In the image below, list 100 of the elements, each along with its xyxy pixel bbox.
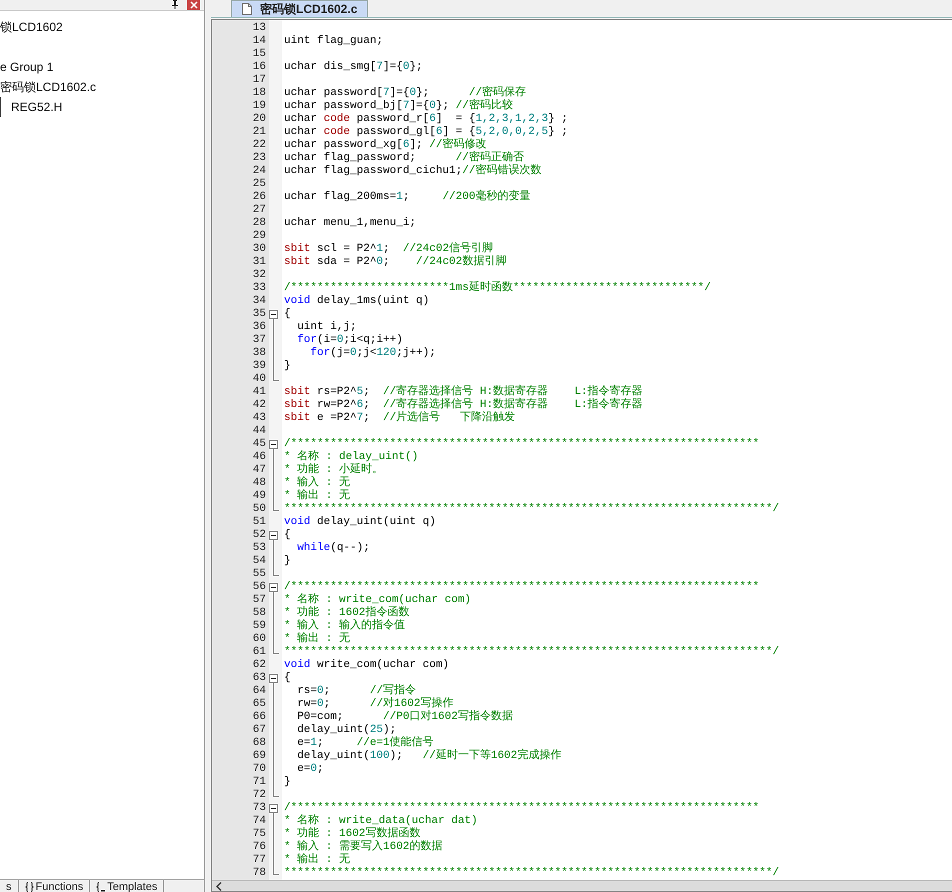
fold-toggle[interactable] [269, 583, 278, 592]
line-number: 70 [252, 763, 267, 776]
line-number: 27 [252, 204, 267, 217]
line-number: 29 [252, 230, 267, 243]
panel-tab[interactable]: Functions [18, 880, 90, 892]
line-number: 71 [252, 776, 267, 789]
fold-toggle[interactable] [269, 310, 278, 319]
code-line: /*********************************************************************** [283, 802, 760, 814]
scroll-left-icon[interactable] [216, 882, 222, 890]
code-line: uchar flag_200ms=1; //200毫秒的变量 [283, 191, 530, 204]
code-line: /************************1ms延时函数*****************************/ [283, 282, 711, 295]
code-editor[interactable] [211, 19, 952, 892]
line-number: 14 [252, 35, 267, 48]
code-line: e=0; [296, 763, 324, 776]
line-number: 13 [252, 22, 267, 35]
line-number: 49 [252, 490, 267, 503]
line-number: 20 [252, 113, 267, 126]
code-line: * 输出 : 无 [283, 633, 350, 646]
line-number: 73 [252, 802, 267, 815]
line-number: 77 [252, 854, 267, 867]
line-number: 47 [252, 464, 267, 477]
line-number: 58 [252, 607, 267, 620]
code-line: } [283, 776, 291, 789]
code-line: for(j=0;j<120;j++); [309, 347, 436, 360]
line-number: 60 [252, 633, 267, 646]
code-line: sbit e =P2^7; //片选信号 下降沿触发 [283, 412, 516, 425]
line-number: 53 [252, 542, 267, 555]
fold-toggle[interactable] [269, 440, 278, 449]
line-number: 25 [252, 178, 267, 191]
tree-item[interactable]: e Group 1 [0, 57, 204, 77]
code-line: * 名称 : write_com(uchar com) [283, 594, 472, 606]
line-number: 69 [252, 750, 267, 763]
code-line: { [283, 308, 291, 321]
code-line: sbit rw=P2^6; //寄存器选择信号 H:数据寄存器 L:指令寄存器 [283, 399, 643, 411]
line-number: 41 [252, 386, 267, 399]
line-number: 64 [252, 685, 267, 698]
line-number: 50 [252, 503, 267, 516]
code-line: while(q--); [296, 542, 370, 555]
code-line: * 名称 : write_data(uchar dat) [283, 815, 478, 827]
panel-tab[interactable]: s [0, 880, 18, 892]
line-number: 76 [252, 841, 267, 854]
close-button[interactable] [187, 0, 200, 10]
line-number: 37 [252, 334, 267, 347]
line-number: 23 [252, 152, 267, 165]
line-number: 68 [252, 737, 267, 750]
line-number: 30 [252, 243, 267, 256]
fold-toggle[interactable] [269, 674, 278, 683]
line-number: 31 [252, 256, 267, 269]
code-line: **************************************************************************/ [283, 867, 780, 880]
code-line: * 输入 : 无 [283, 477, 350, 489]
code-line: uchar password_bj[7]={0}; //密码比较 [283, 100, 513, 113]
code-line: sbit scl = P2^1; //24c02信号引脚 [283, 243, 494, 255]
code-line: * 输入 : 需要写入1602的数据 [283, 841, 442, 853]
code-line: /*********************************************************************** [283, 438, 760, 450]
code-line: uchar dis_smg[7]={0}; [283, 61, 423, 74]
code-line: void write_com(uchar com) [283, 659, 450, 672]
line-number: 21 [252, 126, 267, 139]
line-number: 59 [252, 620, 267, 633]
code-line: * 功能 : 1602写数据函数 [283, 828, 420, 840]
code-line: * 输入 : 输入的指令值 [283, 620, 406, 632]
line-number: 19 [252, 100, 267, 113]
code-line: uchar flag_password_cichu1;//密码错误次数 [283, 165, 542, 178]
line-number: 62 [252, 659, 267, 672]
code-line: } [283, 555, 291, 568]
line-number: 46 [252, 451, 267, 464]
code-line: uint i,j; [296, 321, 357, 334]
line-number: 22 [252, 139, 267, 152]
line-number: 18 [252, 87, 267, 100]
line-number: 38 [252, 347, 267, 360]
line-number: 63 [252, 672, 267, 685]
line-number: 65 [252, 698, 267, 711]
code-line: P0=com; //P0口对1602写指令数据 [296, 711, 513, 724]
line-number: 26 [252, 191, 267, 204]
code-line: } [283, 360, 291, 373]
code-line: sbit rs=P2^5; //寄存器选择信号 H:数据寄存器 L:指令寄存器 [283, 386, 643, 398]
line-number: 54 [252, 555, 267, 568]
code-line: uchar password_xg[6]; //密码修改 [283, 139, 486, 151]
panel-tab[interactable]: Templates [90, 880, 164, 892]
code-line: void delay_1ms(uint q) [283, 295, 430, 308]
code-line: uchar flag_password; //密码正确否 [283, 152, 524, 164]
tree-item[interactable]: 锁LCD1602 [0, 17, 204, 37]
fold-toggle[interactable] [269, 531, 278, 540]
code-line: * 功能 : 1602指令函数 [283, 607, 410, 619]
line-number: 35 [252, 308, 267, 321]
horizontal-scrollbar[interactable] [212, 880, 952, 891]
file-tab[interactable]: 密码锁LCD1602.c [231, 0, 368, 17]
line-number: 51 [252, 516, 267, 529]
fold-toggle[interactable] [269, 804, 278, 813]
line-number: 44 [252, 425, 267, 438]
line-number: 66 [252, 711, 267, 724]
tree-item[interactable]: 密码锁LCD1602.c [0, 77, 204, 97]
pin-icon[interactable] [171, 0, 179, 9]
line-number: 39 [252, 360, 267, 373]
code-line: /*********************************************************************** [283, 581, 760, 593]
code-line: { [283, 672, 291, 685]
code-line: uchar code password_r[6] = {1,2,3,1,2,3} ; [283, 113, 568, 126]
code-line: delay_uint(25); [296, 724, 396, 736]
code-line: uint flag_guan; [283, 35, 384, 48]
file-icon [242, 3, 252, 15]
code-line: for(i=0;i<q;i++) [296, 334, 403, 347]
